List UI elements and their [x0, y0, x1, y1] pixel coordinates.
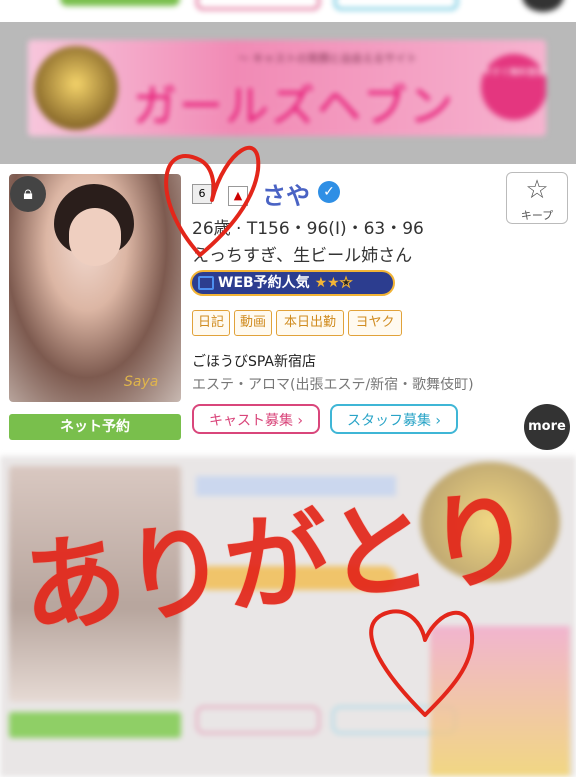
cast-spec: 26歳 · T156・96(I)・63・96: [192, 219, 424, 239]
net-reserve-button[interactable]: ネット予約: [9, 414, 181, 440]
next-cast-recruit-button[interactable]: [196, 706, 320, 734]
star-empty-icon: ★: [339, 275, 353, 292]
previous-card-edge: [0, 0, 576, 22]
photo-face-shape: [69, 208, 121, 266]
star-filled-icon: ★: [314, 275, 328, 291]
cast-catch-copy: えっちすぎ、生ビール姉さん: [192, 246, 413, 266]
ad-banner-area: 〜 キャストの笑顔と出会えるサイト ガールズヘブン 今すぐ無料登録: [0, 22, 576, 164]
calendar-icon: [198, 276, 214, 290]
mascot-image: [34, 46, 118, 130]
popularity-label: WEB予約人気: [218, 275, 310, 291]
previous-cast-recruit-button[interactable]: [196, 0, 320, 10]
banner-subtitle: 〜 キャストの笑顔と出会えるサイト: [238, 52, 418, 65]
more-button[interactable]: more: [524, 404, 570, 450]
girls-heaven-banner[interactable]: 〜 キャストの笑顔と出会えるサイト ガールズヘブン 今すぐ無料登録: [28, 40, 546, 136]
popularity-badge: WEB予約人気 ★★★: [190, 270, 395, 296]
keep-label: キープ: [520, 209, 554, 222]
previous-staff-recruit-button[interactable]: [334, 0, 458, 10]
next-net-reserve-button[interactable]: [9, 712, 181, 738]
staff-recruit-button[interactable]: スタッフ募集 ›: [330, 404, 458, 434]
verified-check-icon: ✓: [318, 181, 340, 203]
rank-badge: 6: [192, 184, 212, 204]
lock-icon: 🔒︎: [10, 176, 46, 212]
tag-today-working[interactable]: 本日出勤: [276, 310, 344, 336]
star-filled-icon: ★: [327, 275, 340, 291]
shop-category: エステ・アロマ(出張エステ/新宿・歌舞伎町): [192, 377, 474, 393]
cast-name[interactable]: さや: [262, 176, 310, 211]
tag-video[interactable]: 動画: [234, 310, 272, 336]
banner-title: ガールズヘブン: [133, 81, 455, 132]
banner-badge: 今すぐ無料登録: [481, 54, 546, 120]
rank-change-icon: ▲: [228, 186, 248, 206]
tag-diary[interactable]: 日記: [192, 310, 230, 336]
previous-more-button[interactable]: [522, 0, 564, 12]
tag-reserve[interactable]: ヨヤク: [348, 310, 402, 336]
keep-button[interactable]: ☆ キープ: [506, 172, 568, 224]
cast-recruit-button[interactable]: キャスト募集 ›: [192, 404, 320, 434]
next-side-banner[interactable]: [430, 626, 570, 776]
previous-net-reserve-button[interactable]: [60, 0, 180, 6]
shop-name[interactable]: ごほうびSPA新宿店: [192, 351, 316, 371]
star-outline-icon: ☆: [525, 175, 549, 205]
photo-signature: Saya: [124, 374, 159, 390]
